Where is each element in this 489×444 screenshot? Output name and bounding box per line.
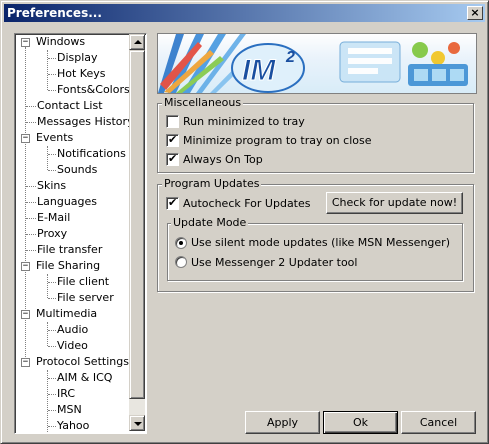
scroll-up-button[interactable] [129,34,145,50]
tree-item-file-transfer[interactable]: File transfer [37,242,102,258]
tree-item-aim-icq[interactable]: AIM & ICQ [57,370,112,386]
close-button[interactable]: × [467,6,483,20]
always-on-top-checkbox[interactable]: ✔ [166,152,179,166]
banner-logo-text: IM [242,54,276,87]
collapse-icon[interactable]: − [21,38,30,47]
radio-selected-icon [179,241,183,245]
tree-line [48,410,56,411]
tree-line [48,346,56,347]
tree-line [47,50,48,90]
banner-logo-superscript: 2 [285,49,295,66]
tree-item-msn[interactable]: MSN [57,402,82,418]
collapse-icon[interactable]: − [21,262,30,271]
tree-line [48,170,56,171]
tree-line [48,394,56,395]
minimize-to-tray-label[interactable]: Minimize program to tray on close [183,134,372,147]
tree-line [26,202,36,203]
tree-item-languages[interactable]: Languages [37,194,97,210]
run-minimized-label[interactable]: Run minimized to tray [183,115,305,128]
tree-item-yahoo[interactable]: Yahoo [57,418,89,433]
tree-line [26,106,36,107]
tree-item-events[interactable]: Events [36,130,73,146]
tree-line [26,218,36,219]
tree-line [26,250,36,251]
check-update-now-button[interactable]: Check for update now! [326,192,463,214]
check-icon: ✔ [168,133,178,146]
tree-item-file-client[interactable]: File client [57,274,109,290]
tree-item-skins[interactable]: Skins [37,178,66,194]
tree-item-display[interactable]: Display [57,50,98,66]
close-icon: × [470,6,480,19]
tree-line [47,370,48,432]
silent-mode-label[interactable]: Use silent mode updates (like MSN Messen… [191,236,450,249]
tree-item-email[interactable]: E-Mail [37,210,70,226]
misc-group-legend: Miscellaneous [162,96,244,109]
tree-item-audio[interactable]: Audio [57,322,88,338]
tree-item-file-sharing[interactable]: File Sharing [36,258,100,274]
tree-line [48,330,56,331]
tree-line [48,90,56,91]
scroll-down-button[interactable] [129,415,145,431]
tree-item-file-server[interactable]: File server [57,290,114,306]
tree-item-proxy[interactable]: Proxy [37,226,67,242]
window-title: Preferences... [7,6,102,20]
tree-line [48,282,56,283]
tree-line [48,74,56,75]
tree-line [47,274,48,298]
updater-tool-radio[interactable] [175,256,187,268]
tree-item-notifications[interactable]: Notifications [57,146,126,162]
tree-item-windows[interactable]: Windows [36,34,85,50]
check-icon: ✔ [168,152,178,165]
apply-button[interactable]: Apply [245,411,320,434]
check-icon: ✔ [168,196,178,209]
run-minimized-checkbox[interactable] [166,115,179,128]
tree-item-messages-history[interactable]: Messages History [37,114,134,130]
collapse-icon[interactable]: − [21,310,30,319]
scroll-thumb[interactable] [129,50,145,399]
tree-item-fonts-colors[interactable]: Fonts&Colors [57,82,130,98]
tree-item-multimedia[interactable]: Multimedia [36,306,97,322]
down-arrow-icon [134,422,142,426]
collapse-icon[interactable]: − [21,358,30,367]
tree-line [26,186,36,187]
minimize-to-tray-checkbox[interactable]: ✔ [166,133,179,147]
tree-item-video[interactable]: Video [57,338,88,354]
tree-line [47,146,48,170]
tree-line [47,322,48,346]
collapse-icon[interactable]: − [21,134,30,143]
tree-item-protocol-settings[interactable]: Protocol Settings [36,354,129,370]
tree-item-sounds[interactable]: Sounds [57,162,97,178]
im2-banner: IM 2 [157,33,477,94]
update-mode-legend: Update Mode [171,216,249,229]
tree-line [48,426,56,427]
cancel-button[interactable]: Cancel [401,411,476,434]
up-arrow-icon [134,40,142,44]
autocheck-label[interactable]: Autocheck For Updates [183,197,311,210]
tree-scrollbar[interactable] [129,34,145,431]
tree-line [26,122,36,123]
tree-line [26,234,36,235]
tree-line [48,298,56,299]
update-mode-group [167,223,463,281]
tree-line [48,378,56,379]
autocheck-checkbox[interactable]: ✔ [166,196,179,210]
tree-item-hot-keys[interactable]: Hot Keys [57,66,106,82]
tree-item-contact-list[interactable]: Contact List [37,98,103,114]
ok-button[interactable]: Ok [323,411,398,434]
settings-tree[interactable]: − − − − − Windows Display Hot Keys Fonts… [14,33,147,434]
banner-graphic: IM 2 [158,34,468,93]
always-on-top-label[interactable]: Always On Top [183,153,263,166]
silent-mode-radio[interactable] [175,237,187,249]
tree-line [48,58,56,59]
tree-line [48,154,56,155]
tree-line [25,47,26,367]
updater-tool-label[interactable]: Use Messenger 2 Updater tool [191,256,357,269]
tree-item-irc[interactable]: IRC [57,386,75,402]
updates-group-legend: Program Updates [162,177,262,190]
title-bar[interactable]: Preferences... × [4,4,485,22]
